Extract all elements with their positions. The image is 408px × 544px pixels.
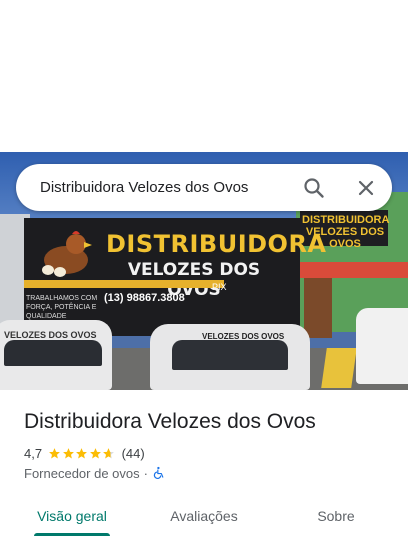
place-category: Fornecedor de ovos [24,465,140,481]
rating-value: 4,7 [24,445,43,461]
separator-dot: · [143,465,148,481]
photo-sandwich-sign [321,348,357,388]
photo-car-left-label: VELOZES DOS OVOS [4,330,97,340]
star-half-icon [103,447,114,458]
photo-car-center-label: VELOZES DOS OVOS [202,332,285,341]
map-area-blank [0,0,408,152]
photo-awning [300,262,408,278]
search-input[interactable]: Distribuidora Velozes dos Ovos [40,179,248,196]
category-row: Fornecedor de ovos · [24,465,166,481]
active-tab-indicator [34,533,110,536]
photo-car-right [356,308,408,384]
tab-about[interactable]: Sobre [290,496,382,536]
place-title: Distribuidora Velozes dos Ovos [24,410,316,433]
search-icon[interactable] [302,176,326,200]
photo-car-center-window [172,340,288,370]
chicken-logo-icon [42,231,92,277]
tab-reviews[interactable]: Avaliações [158,496,250,536]
wheelchair-icon[interactable] [152,466,166,480]
star-icon [76,447,87,458]
rating-stars [48,447,116,460]
photo-sign-phone: (13) 98867.3808 [104,292,185,304]
search-bar[interactable]: Distribuidora Velozes dos Ovos [16,164,392,211]
photo-sign-pix: PIX [212,282,227,292]
star-icon [49,447,60,458]
photo-sign-services: TRABALHAMOS COM FORÇA, POTÊNCIA E QUALID… [26,295,98,320]
photo-door [304,278,332,338]
review-count[interactable]: (44) [122,446,145,461]
photo-car-left-window [4,340,102,366]
photo-sign-band [24,280,224,288]
close-icon[interactable] [354,176,378,200]
star-icon [62,447,74,458]
star-icon [89,447,101,458]
rating-row[interactable]: 4,7 (44) [24,445,145,461]
tab-overview[interactable]: Visão geral [26,496,118,536]
photo-sign-title: DISTRIBUIDORA [106,230,327,258]
tab-bar: Visão geral Avaliações Sobre [0,496,408,540]
